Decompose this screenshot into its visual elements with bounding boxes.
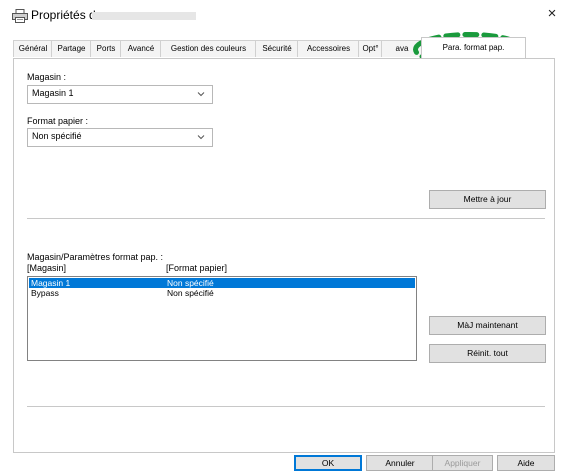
tab-color-management[interactable]: Gestion des couleurs xyxy=(160,40,257,57)
divider xyxy=(27,406,545,407)
cancel-button[interactable]: Annuler xyxy=(366,455,434,471)
tab-general[interactable]: Général xyxy=(13,40,53,57)
close-button[interactable]: × xyxy=(542,4,562,24)
update-now-button[interactable]: MàJ maintenant xyxy=(429,316,546,335)
tab-strip: Général Partage Ports Avancé Gestion des… xyxy=(13,37,553,58)
column-header-paper-format: [Format papier] xyxy=(166,263,228,273)
tab-advanced[interactable]: Avancé xyxy=(120,40,162,57)
redacted-printer-name xyxy=(92,12,196,20)
paper-format-label: Format papier : xyxy=(27,116,89,126)
chevron-down-icon xyxy=(197,135,205,140)
tab-options[interactable]: Opt° xyxy=(358,40,383,57)
tray-select[interactable]: Magasin 1 xyxy=(27,85,213,104)
help-button[interactable]: Aide xyxy=(497,455,555,471)
list-item[interactable]: Bypass Non spécifié xyxy=(29,288,415,298)
tab-security[interactable]: Sécurité xyxy=(255,40,299,57)
tray-settings-list[interactable]: Magasin 1 Non spécifié Bypass Non spécif… xyxy=(27,276,417,361)
divider xyxy=(27,218,545,219)
tab-sharing[interactable]: Partage xyxy=(51,40,92,57)
paper-format-select-value: Non spécifié xyxy=(32,131,82,141)
apply-button[interactable]: Appliquer xyxy=(432,455,493,471)
tab-ports[interactable]: Ports xyxy=(90,40,122,57)
update-button[interactable]: Mettre à jour xyxy=(429,190,546,209)
list-item-tray: Bypass xyxy=(31,288,59,298)
list-item-tray: Magasin 1 xyxy=(31,278,71,288)
list-item-paper-format: Non spécifié xyxy=(167,288,214,298)
printer-icon xyxy=(12,9,28,23)
tray-label: Magasin : xyxy=(27,72,67,82)
tab-accessories[interactable]: Accessoires xyxy=(297,40,360,57)
tray-settings-list-title: Magasin/Paramètres format pap. : xyxy=(27,252,164,262)
paper-format-select[interactable]: Non spécifié xyxy=(27,128,213,147)
title-bar: Propriétés de × xyxy=(0,0,565,30)
chevron-down-icon xyxy=(197,92,205,97)
column-header-tray: [Magasin] xyxy=(27,263,67,273)
tab-paper-format-settings[interactable]: Para. format pap. xyxy=(421,37,526,58)
list-item-paper-format: Non spécifié xyxy=(167,278,214,288)
tray-select-value: Magasin 1 xyxy=(32,88,74,98)
printer-properties-window: Propriétés de × Général Partage Ports Av… xyxy=(0,0,565,472)
list-item[interactable]: Magasin 1 Non spécifié xyxy=(29,278,415,288)
ok-button[interactable]: OK xyxy=(294,455,362,471)
reset-all-button[interactable]: Réinit. tout xyxy=(429,344,546,363)
